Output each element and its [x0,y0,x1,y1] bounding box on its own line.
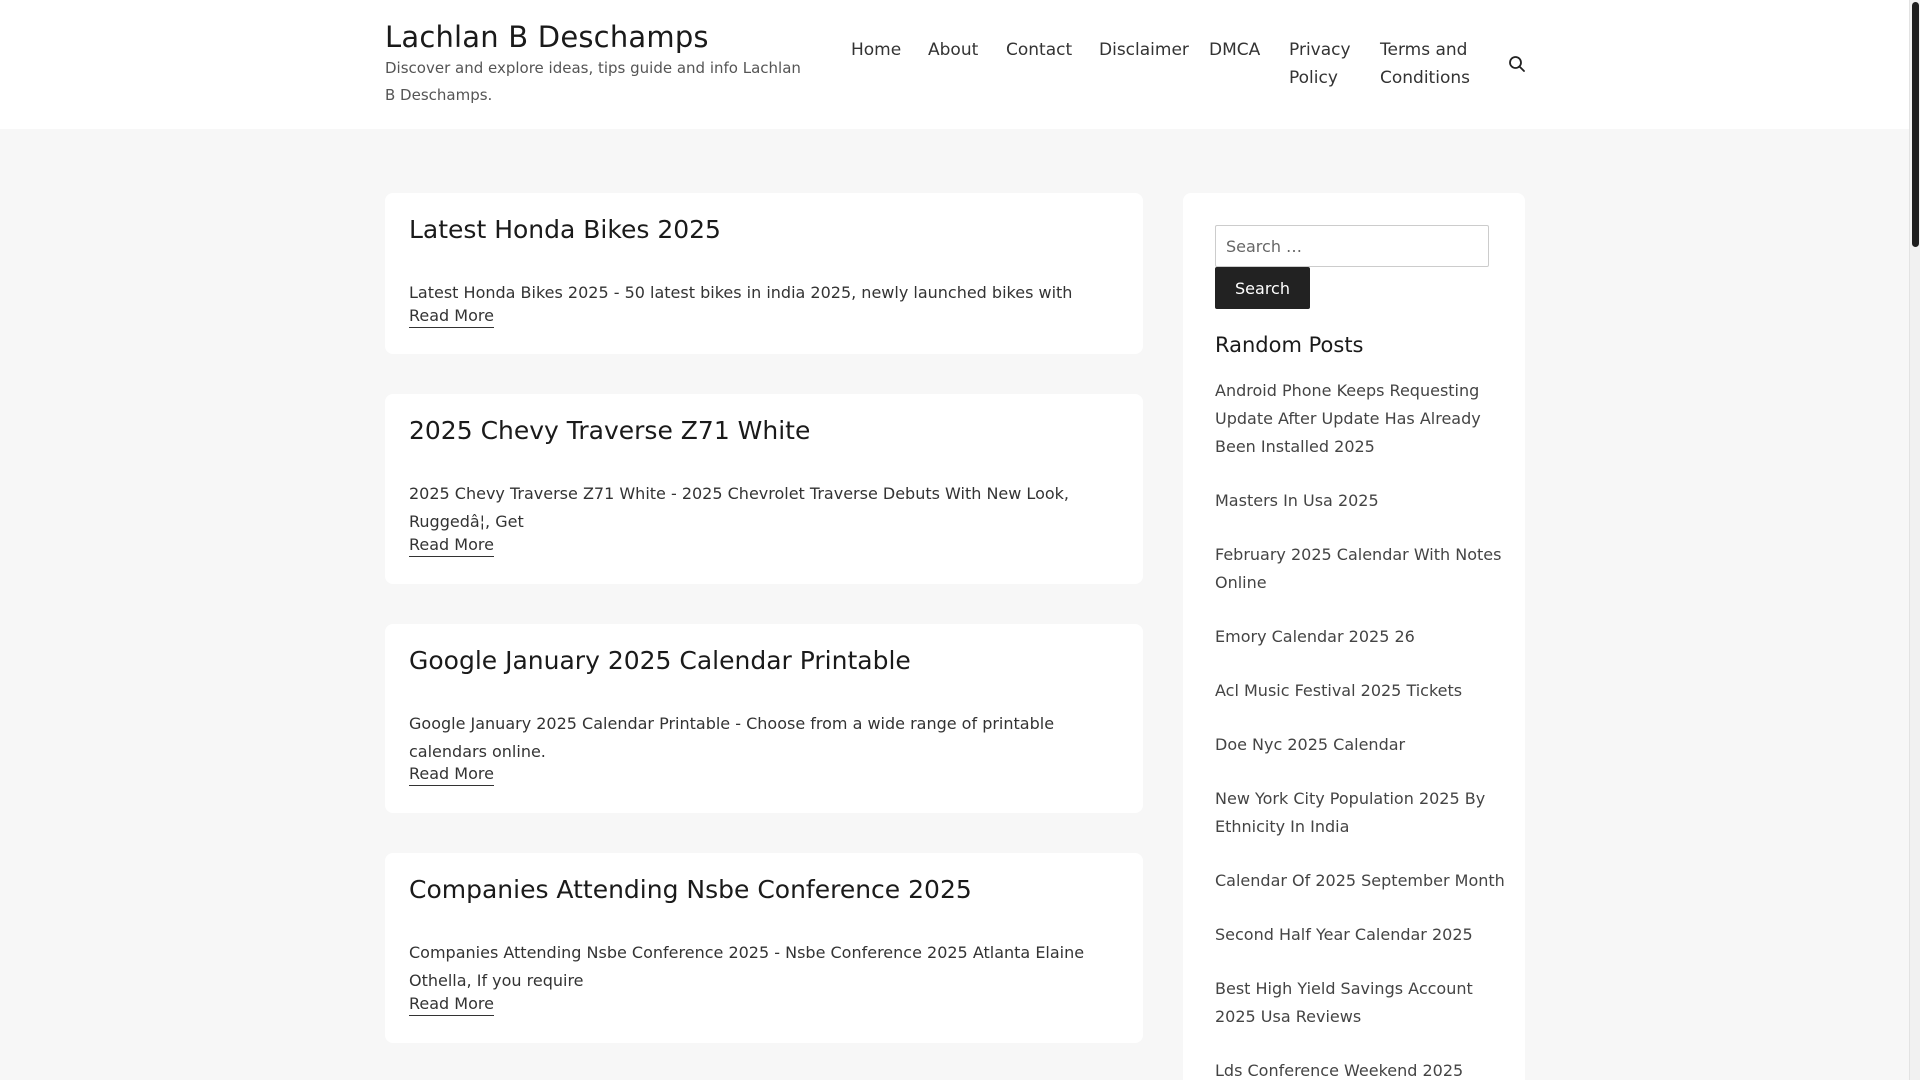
post-card: 2025 Chevy Traverse Z71 White 2025 Chevy… [385,394,1143,584]
nav-item-dmca[interactable]: DMCA [1209,36,1260,64]
read-more-link[interactable]: Read More [409,534,494,557]
random-post-link[interactable]: New York City Population 2025 By Ethnici… [1215,785,1505,841]
random-post-link[interactable]: Second Half Year Calendar 2025 [1215,921,1505,949]
random-post-link[interactable]: Doe Nyc 2025 Calendar [1215,731,1505,759]
post-card: Latest Honda Bikes 2025 Latest Honda Bik… [385,193,1143,354]
post-title[interactable]: 2025 Chevy Traverse Z71 White [409,416,810,445]
post-title[interactable]: Companies Attending Nsbe Conference 2025 [409,875,972,904]
random-post-link[interactable]: Android Phone Keeps Requesting Update Af… [1215,377,1505,461]
post-excerpt: Google January 2025 Calendar Printable -… [409,714,1055,761]
read-more-link[interactable]: Read More [409,993,494,1016]
post-title[interactable]: Latest Honda Bikes 2025 [409,215,721,244]
random-post-link[interactable]: Calendar Of 2025 September Month [1215,867,1505,895]
nav-item-terms-and-conditions[interactable]: Terms and Conditions [1380,36,1475,92]
search-button[interactable]: Search [1215,267,1310,309]
scrollbar-thumb[interactable] [1912,2,1919,247]
sidebar: Search Random Posts Android Phone Keeps … [1183,193,1525,1080]
site-header: Lachlan B Deschamps Discover and explore… [0,0,1909,129]
post-excerpt: Companies Attending Nsbe Conference 2025… [409,943,1085,990]
read-more-link[interactable]: Read More [409,763,494,786]
random-post-link[interactable]: Best High Yield Savings Account 2025 Usa… [1215,975,1505,1031]
site-description: Discover and explore ideas, tips guide a… [385,59,801,104]
random-post-link[interactable]: Acl Music Festival 2025 Tickets [1215,677,1505,705]
nav-item-privacy-policy[interactable]: Privacy Policy [1289,36,1359,92]
nav-item-contact[interactable]: Contact [1006,36,1072,64]
random-posts-title: Random Posts [1215,333,1364,357]
random-post-link[interactable]: Masters In Usa 2025 [1215,487,1505,515]
nav-item-disclaimer[interactable]: Disclaimer [1099,36,1189,64]
nav-item-home[interactable]: Home [851,36,901,64]
random-post-link[interactable]: Lds Conference Weekend 2025 [1215,1057,1505,1080]
post-card: Companies Attending Nsbe Conference 2025… [385,853,1143,1043]
search-input[interactable] [1215,225,1489,267]
post-excerpt: 2025 Chevy Traverse Z71 White - 2025 Che… [409,484,1069,531]
post-excerpt: Latest Honda Bikes 2025 - 50 latest bike… [409,283,1073,302]
page-scrollbar[interactable] [1909,0,1920,1080]
post-card: Google January 2025 Calendar Printable G… [385,624,1143,813]
read-more-link[interactable]: Read More [409,305,494,328]
random-post-link[interactable]: February 2025 Calendar With Notes Online [1215,541,1505,597]
post-title[interactable]: Google January 2025 Calendar Printable [409,646,911,675]
site-title[interactable]: Lachlan B Deschamps [385,20,709,54]
random-posts-list: Android Phone Keeps Requesting Update Af… [1215,377,1505,1080]
search-icon[interactable] [1508,55,1526,73]
nav-item-about[interactable]: About [928,36,978,64]
random-post-link[interactable]: Emory Calendar 2025 26 [1215,623,1505,651]
